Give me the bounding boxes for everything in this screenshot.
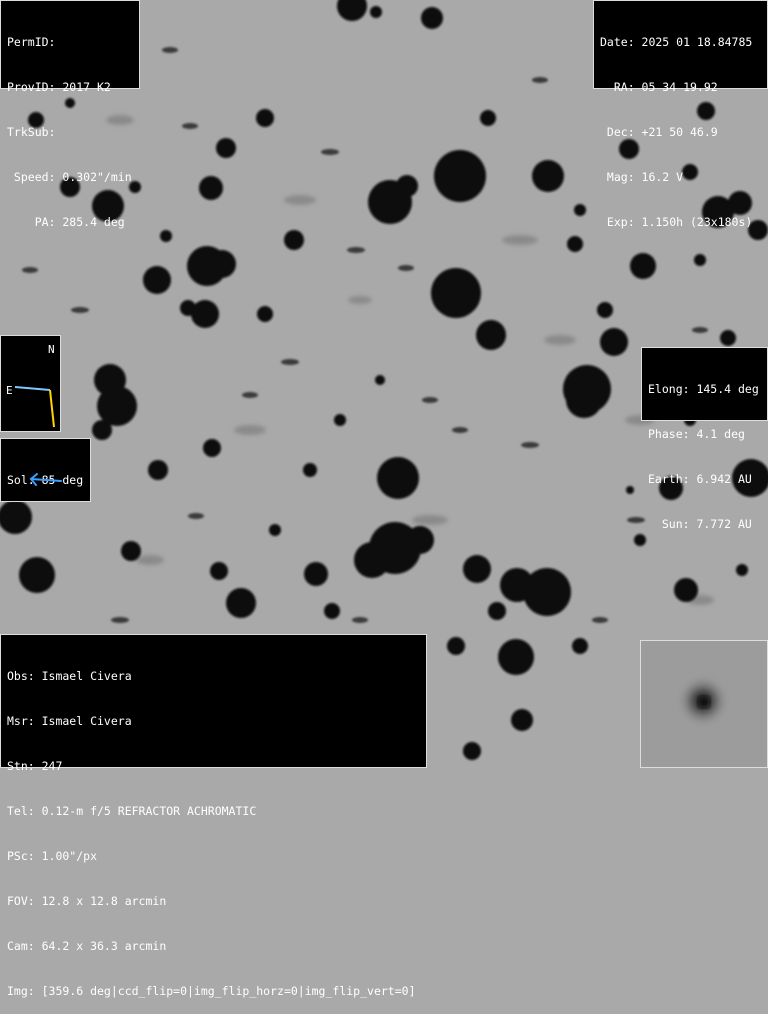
observer-info-panel: Obs: Ismael Civera Msr: Ismael Civera St… xyxy=(0,634,427,998)
ra-text: RA: 05 34 19.92 xyxy=(600,80,718,94)
geometry-info-panel: Elong: 145.4 deg Phase: 4.1 deg Earth: 6… xyxy=(641,347,768,531)
sun-distance-text: Sun: 7.772 AU xyxy=(648,517,752,531)
observation-info-panel: Date: 2025 01 18.84785 RA: 05 34 19.92 D… xyxy=(593,0,768,229)
sun-direction-arrow-icon xyxy=(29,473,62,486)
telescope-text: Tel: 0.12-m f/5 REFRACTOR ACHROMATIC xyxy=(7,804,257,818)
compass-panel: N E xyxy=(0,335,61,432)
phase-text: Phase: 4.1 deg xyxy=(648,427,745,441)
speed-text: Speed: 0.302"/min xyxy=(7,170,132,184)
earth-distance-text: Earth: 6.942 AU xyxy=(648,472,752,486)
magnitude-text: Mag: 16.2 V xyxy=(600,170,684,184)
image-params-text: Img: [359.6 deg|ccd_flip=0|img_flip_horz… xyxy=(7,984,416,998)
elongation-text: Elong: 145.4 deg xyxy=(648,382,759,396)
observer-text: Obs: Ismael Civera xyxy=(7,669,132,683)
date-text: Date: 2025 01 18.84785 xyxy=(600,35,753,49)
measurer-text: Msr: Ismael Civera xyxy=(7,714,132,728)
field-of-view-text: FOV: 12.8 x 12.8 arcmin xyxy=(7,894,167,908)
object-info-panel: PermID: ProvID: 2017 K2 TrkSub: Speed: 0… xyxy=(0,0,140,229)
compass-arrows-icon xyxy=(14,386,55,428)
exposure-text: Exp: 1.150h (23x180s) xyxy=(600,215,753,229)
prov-id-text: ProvID: 2017 K2 xyxy=(7,80,111,94)
position-angle-text: PA: 285.4 deg xyxy=(7,215,125,229)
pixel-scale-text: PSc: 1.00"/px xyxy=(7,849,98,863)
trk-sub-text: TrkSub: xyxy=(7,125,56,139)
dec-text: Dec: +21 50 46.9 xyxy=(600,125,718,139)
perm-id-text: PermID: xyxy=(7,35,56,49)
solar-direction-panel: Sol: 85 deg xyxy=(0,438,91,502)
camera-text: Cam: 64.2 x 36.3 arcmin xyxy=(7,939,167,953)
target-zoom-inset xyxy=(640,640,768,768)
station-text: Stn: 247 xyxy=(7,759,63,773)
